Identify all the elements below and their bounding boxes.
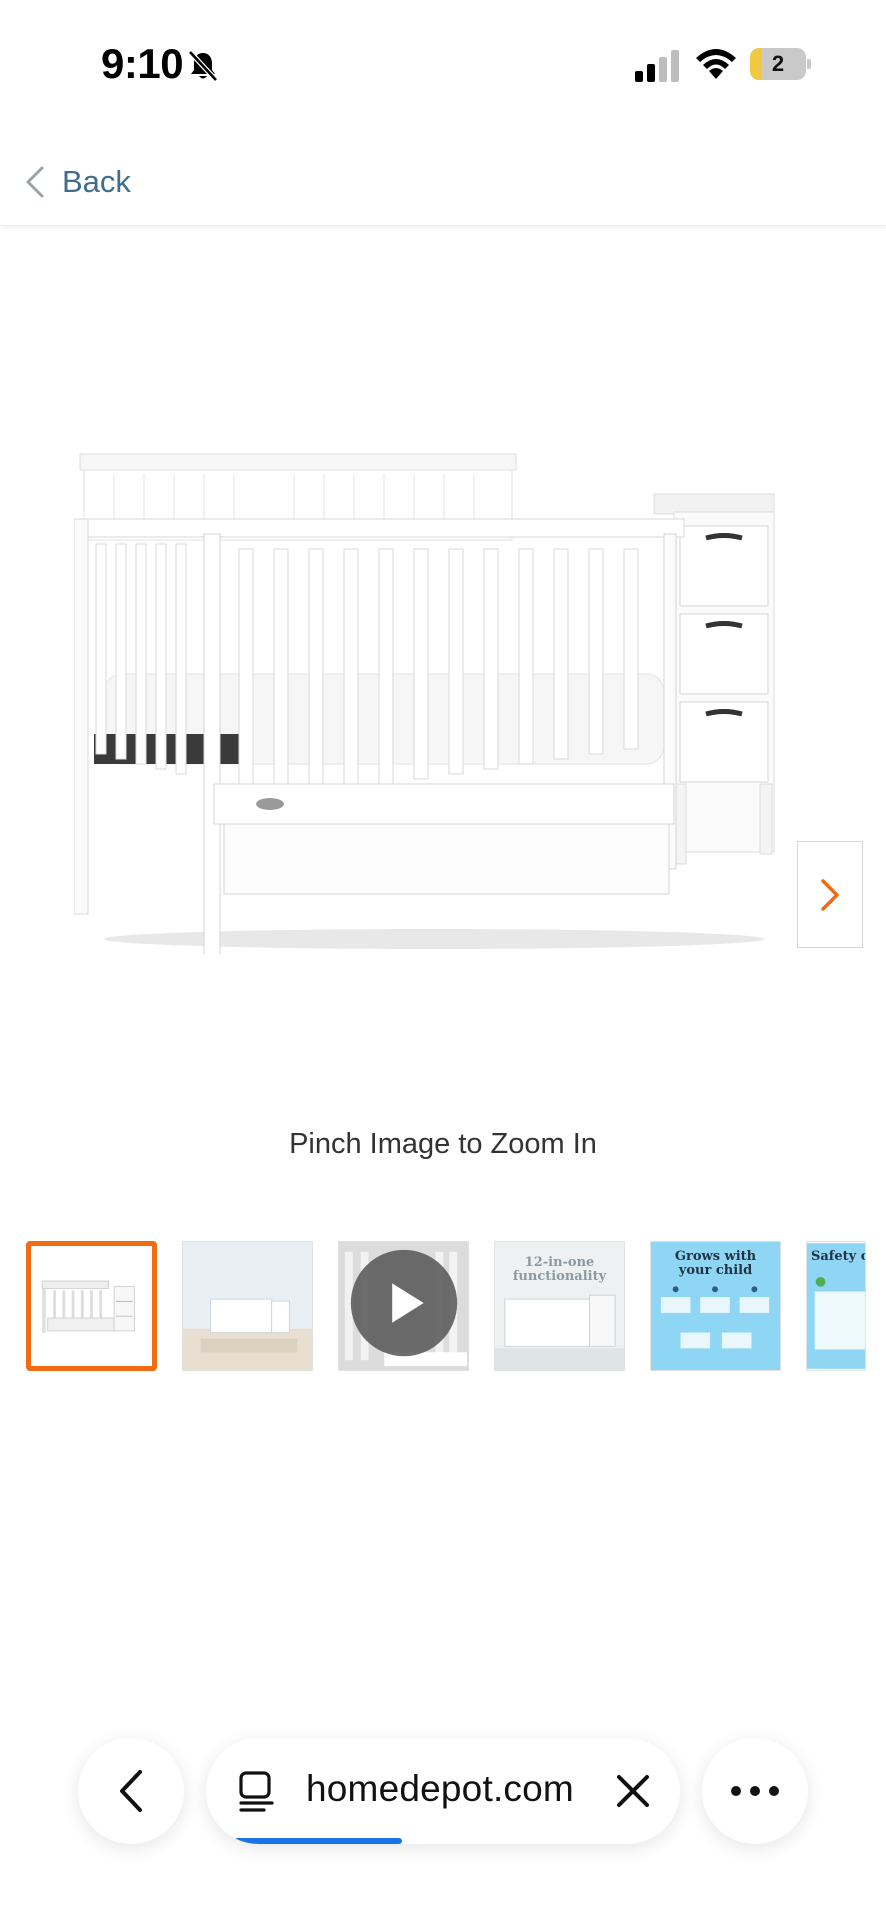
more-options-button[interactable]: [702, 1738, 808, 1844]
product-image-crib: [74, 453, 775, 954]
battery-level: 2: [771, 51, 785, 76]
status-bar: 9:10 2: [0, 0, 886, 130]
browser-toolbar: homedepot.com: [0, 1720, 886, 1920]
thumbnail-6-caption: Safety certified: [811, 1249, 865, 1264]
address-bar[interactable]: homedepot.com: [206, 1738, 680, 1844]
page-load-progress: [234, 1838, 402, 1844]
browser-back-button[interactable]: [78, 1738, 184, 1844]
video-thumbnail-image: [339, 1242, 468, 1370]
back-button[interactable]: Back: [22, 160, 131, 204]
thumbnail-video[interactable]: [338, 1241, 469, 1371]
thumbnail-4-caption: 12-in-one functionality: [512, 1255, 607, 1284]
product-image-viewer[interactable]: [0, 226, 886, 1096]
status-time: 9:10: [101, 40, 184, 87]
thumbnail-2[interactable]: [182, 1241, 313, 1371]
tab-list-icon: [239, 1771, 274, 1812]
next-image-button[interactable]: [797, 841, 863, 948]
wifi-icon: [696, 49, 736, 79]
crib-thumbnail-image: [31, 1246, 152, 1366]
thumbnail-1[interactable]: [26, 1241, 157, 1371]
thumbnail-strip[interactable]: 12-in-one functionality Grows with your …: [26, 1241, 866, 1371]
top-nav: Back: [0, 130, 886, 226]
back-label: Back: [62, 164, 131, 199]
thumbnail-5-caption: Grows with your child: [674, 1249, 757, 1278]
more-icon: [731, 1786, 779, 1796]
nursery-room-image: [183, 1242, 312, 1370]
thumbnail-6[interactable]: Safety certified: [806, 1241, 866, 1371]
chevron-left-icon: [26, 166, 44, 198]
thumbnail-5[interactable]: Grows with your child: [650, 1241, 781, 1371]
cellular-signal-icon: [635, 50, 679, 82]
battery-icon: 2: [750, 48, 811, 80]
close-icon[interactable]: [610, 1768, 656, 1814]
back-chevron-icon: [120, 1770, 142, 1812]
bell-slash-icon: [188, 50, 218, 82]
thumbnail-4[interactable]: 12-in-one functionality: [494, 1241, 625, 1371]
chevron-right-icon: [821, 878, 839, 911]
url-text: homedepot.com: [306, 1768, 574, 1809]
zoom-hint: Pinch Image to Zoom In: [289, 1128, 597, 1160]
